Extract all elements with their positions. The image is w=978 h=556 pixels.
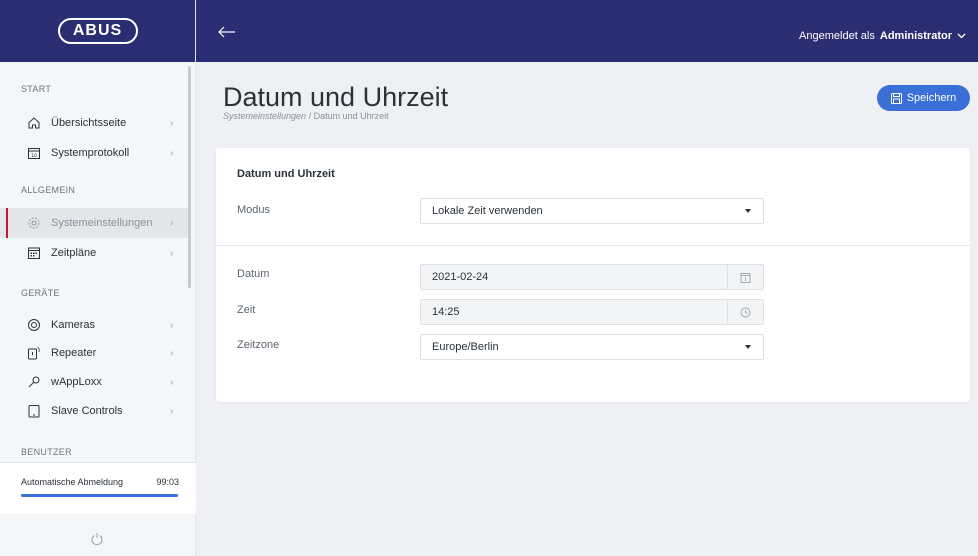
sidebar-item-wapploxx[interactable]: wAppLoxx › (0, 367, 190, 397)
home-icon (26, 115, 42, 131)
chevron-right-icon: › (170, 376, 174, 388)
modus-label: Modus (237, 204, 271, 216)
logo-bar: ABUS (0, 0, 195, 62)
sidebar-item-label: Zeitpläne (51, 247, 97, 259)
user-name: Administrator (879, 30, 952, 42)
sidebar-item-label: wAppLoxx (51, 376, 102, 388)
chevron-right-icon: › (170, 247, 174, 259)
section-allgemein: ALLGEMEIN (21, 185, 76, 195)
sidebar-scrollbar[interactable] (188, 66, 191, 288)
datum-field[interactable]: 2021-02-24 (420, 264, 764, 290)
sidebar-item-label: Systemprotokoll (51, 147, 130, 159)
sidebar-item-label: Übersichtsseite (51, 117, 127, 129)
section-benutzer: BENUTZER (21, 447, 72, 457)
key-icon (26, 374, 42, 390)
breadcrumb-link-systemeinstellungen[interactable]: Systemeinstellungen (223, 111, 306, 121)
auto-logout-progress (21, 494, 178, 497)
power-icon[interactable] (90, 532, 104, 546)
calendar-icon (740, 272, 751, 283)
floppy-disk-icon (890, 92, 902, 104)
auto-logout-time: 99:03 (156, 477, 179, 487)
sidebar-item-repeater[interactable]: Repeater › (0, 338, 190, 368)
chevron-down-icon (957, 33, 966, 39)
breadcrumb: Systemeinstellungen / Datum und Uhrzeit (223, 111, 389, 121)
auto-logout-label: Automatische Abmeldung (21, 477, 124, 487)
zeitzone-select[interactable]: Europe/Berlin (420, 334, 764, 360)
zeit-value: 14:25 (432, 306, 460, 318)
sidebar-item-systemprotokoll[interactable]: 10 Systemprotokoll › (0, 138, 190, 168)
sidebar: ABUS START Übersichtsseite › 10 Systempr… (0, 0, 196, 556)
zeit-field[interactable]: 14:25 (420, 299, 764, 325)
sidebar-item-label: Systemeinstellungen (51, 217, 153, 229)
sidebar-item-uebersichtsseite[interactable]: Übersichtsseite › (0, 108, 190, 138)
chevron-right-icon: › (170, 117, 174, 129)
date-time-card: Datum und Uhrzeit Modus Lokale Zeit verw… (216, 148, 970, 402)
back-arrow-icon[interactable] (218, 26, 236, 38)
chevron-right-icon: › (170, 405, 174, 417)
sidebar-item-zeitplaene[interactable]: Zeitpläne › (0, 238, 190, 268)
chevron-right-icon: › (170, 217, 174, 229)
logged-in-prefix: Angemeldet als (799, 30, 875, 42)
section-geraete: GERÄTE (21, 288, 60, 298)
save-button[interactable]: Speichern (877, 85, 970, 111)
sidebar-item-slave-controls[interactable]: Slave Controls › (0, 396, 190, 426)
abus-logo[interactable]: ABUS (57, 18, 138, 44)
clock-icon (740, 307, 751, 317)
datum-label: Datum (237, 268, 270, 280)
gear-icon (26, 215, 42, 231)
sidebar-item-label: Repeater (51, 347, 97, 359)
datum-value: 2021-02-24 (432, 271, 489, 283)
calendar-icon: 10 (26, 145, 42, 161)
page-title: Datum und Uhrzeit (223, 82, 449, 112)
modus-select[interactable]: Lokale Zeit verwenden (420, 198, 764, 224)
chevron-right-icon: › (170, 347, 174, 359)
sidebar-item-label: Kameras (51, 319, 96, 331)
auto-logout: Automatische Abmeldung 99:03 (0, 462, 196, 514)
chevron-right-icon: › (170, 319, 174, 331)
sidebar-item-label: Slave Controls (51, 405, 123, 417)
sidebar-nav: START Übersichtsseite › 10 Systemprotoko… (0, 62, 196, 462)
chevron-right-icon: › (170, 147, 174, 159)
datum-picker-button[interactable] (727, 265, 763, 289)
user-menu[interactable]: Angemeldet als Administrator (799, 30, 966, 42)
modus-value: Lokale Zeit verwenden (432, 205, 543, 217)
breadcrumb-separator: / (308, 111, 312, 121)
repeater-icon (26, 345, 42, 361)
top-bar: Angemeldet als Administrator (196, 0, 978, 62)
card-divider (216, 245, 970, 246)
tablet-icon (26, 403, 42, 419)
auto-logout-progress-fill (21, 494, 178, 497)
caret-down-icon (745, 209, 751, 213)
svg-text:10: 10 (31, 153, 37, 159)
sidebar-item-kameras[interactable]: Kameras › (0, 310, 190, 340)
zeit-picker-button[interactable] (727, 300, 763, 324)
camera-icon (26, 317, 42, 333)
section-start: START (21, 84, 52, 94)
caret-down-icon (745, 345, 751, 349)
schedule-icon (26, 245, 42, 261)
zeitzone-value: Europe/Berlin (432, 341, 499, 353)
card-title: Datum und Uhrzeit (237, 168, 335, 180)
sidebar-item-systemeinstellungen[interactable]: Systemeinstellungen › (0, 208, 190, 238)
save-button-label: Speichern (906, 92, 957, 104)
zeit-label: Zeit (237, 304, 256, 316)
zeitzone-label: Zeitzone (237, 339, 280, 351)
breadcrumb-current: Datum und Uhrzeit (313, 111, 389, 121)
